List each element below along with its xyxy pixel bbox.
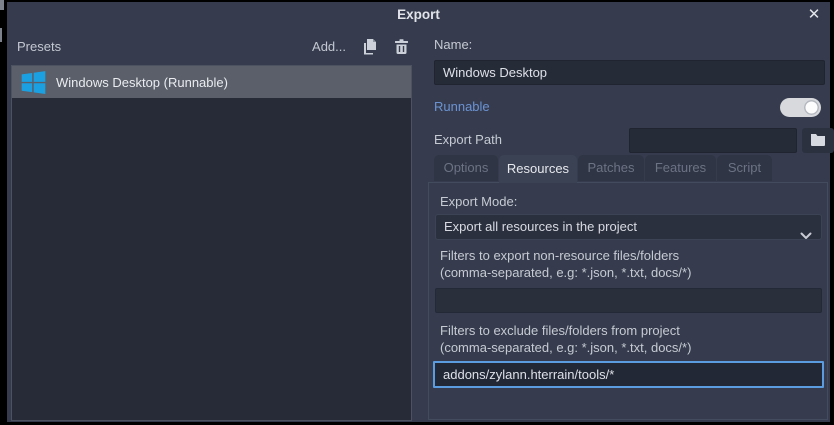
preset-item-windows-desktop[interactable]: Windows Desktop (Runnable): [12, 66, 411, 98]
name-input[interactable]: [434, 60, 825, 85]
folder-icon: [810, 132, 826, 149]
delete-preset-button[interactable]: [393, 38, 410, 55]
export-filter-hint: (comma-separated, e.g: *.json, *.txt, do…: [440, 265, 692, 280]
tab-script[interactable]: Script: [717, 155, 772, 181]
export-mode-label: Export Mode:: [440, 194, 518, 209]
windows-logo-icon: [20, 69, 47, 96]
export-filter-input[interactable]: [435, 288, 822, 313]
background-app-artifact: [0, 0, 4, 10]
preset-details: Name: Runnable Export Path Options Resou…: [427, 2, 834, 422]
preset-item-label: Windows Desktop (Runnable): [56, 74, 228, 90]
presets-label: Presets: [17, 38, 62, 54]
presets-header: Presets Add...: [17, 35, 410, 57]
exclude-filter-hint: (comma-separated, e.g: *.json, *.txt, do…: [440, 340, 692, 355]
export-mode-value: Export all resources in the project: [444, 219, 637, 234]
name-label: Name:: [434, 37, 473, 52]
export-path-label: Export Path: [434, 132, 502, 147]
runnable-toggle[interactable]: [780, 98, 821, 117]
chevron-down-icon: [800, 224, 812, 248]
preset-list[interactable]: Windows Desktop (Runnable): [11, 65, 412, 421]
toggle-knob: [804, 100, 819, 115]
exclude-filter-input[interactable]: [433, 361, 824, 388]
export-dialog: Export ✕ Presets Add... Windows Desktop …: [7, 2, 834, 422]
tab-features[interactable]: Features: [645, 155, 716, 181]
tab-resources[interactable]: Resources: [499, 155, 577, 183]
tab-patches[interactable]: Patches: [578, 155, 644, 181]
resources-tab-panel: Export Mode: Export all resources in the…: [428, 182, 828, 420]
trash-icon: [393, 38, 410, 55]
duplicate-preset-button[interactable]: [361, 38, 378, 55]
browse-path-button[interactable]: [802, 128, 834, 153]
export-filter-label-text: Filters to export non-resource files/fol…: [440, 248, 680, 263]
export-path-input[interactable]: [629, 128, 797, 153]
runnable-label: Runnable: [434, 99, 490, 114]
tab-strip: Options Resources Patches Features Scrip…: [434, 155, 772, 183]
export-mode-select[interactable]: Export all resources in the project: [435, 214, 822, 240]
export-filter-label: Filters to export non-resource files/fol…: [440, 247, 691, 281]
exclude-filter-label: Filters to exclude files/folders from pr…: [440, 322, 691, 356]
exclude-filter-label-text: Filters to exclude files/folders from pr…: [440, 323, 680, 338]
tab-options[interactable]: Options: [434, 155, 498, 181]
add-preset-button[interactable]: Add...: [312, 39, 346, 54]
background-app-artifact: [0, 28, 2, 42]
copy-icon: [361, 38, 378, 55]
